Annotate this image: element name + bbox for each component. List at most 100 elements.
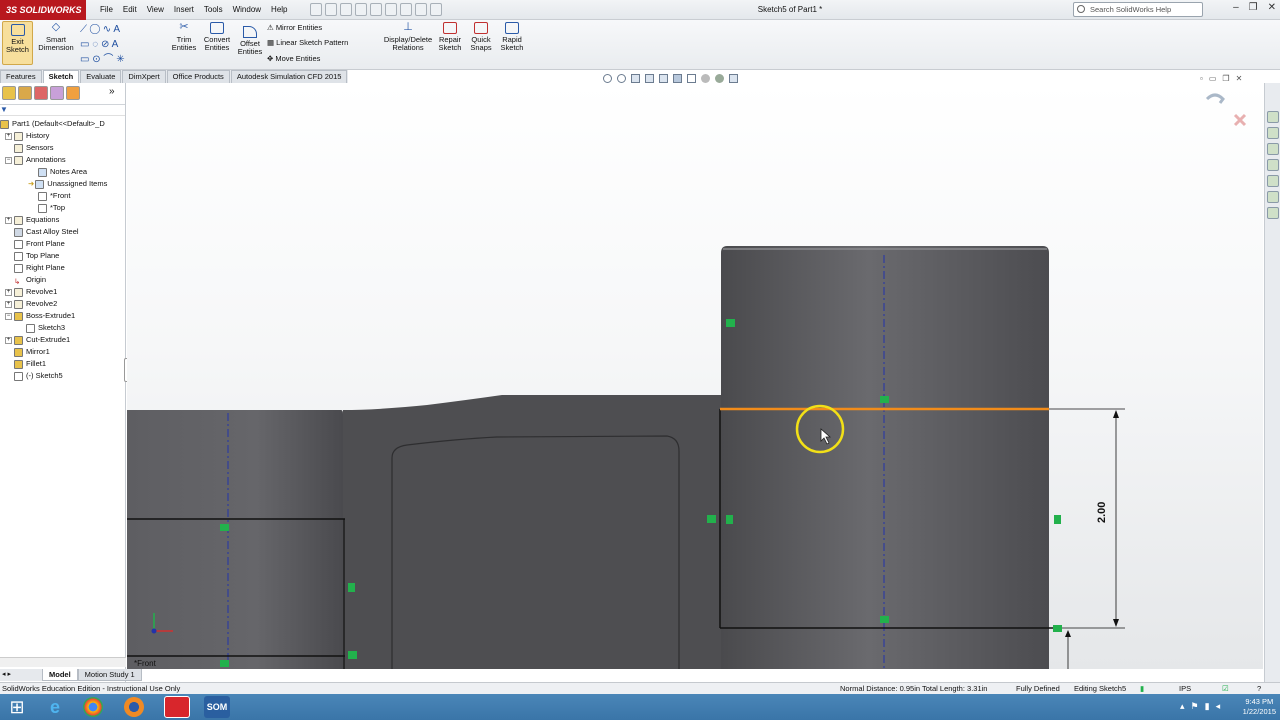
tree-item-cut-extrude1[interactable]: + Cut-Extrude1 <box>0 334 125 346</box>
viewport-minimize-icon[interactable]: ▭ <box>1209 74 1217 83</box>
view-orientation-icon[interactable] <box>659 74 668 83</box>
tree-item-material[interactable]: Cast Alloy Steel <box>0 226 125 238</box>
som-app-icon[interactable]: SOM <box>204 696 230 718</box>
plane-icon[interactable]: ✳ <box>116 54 124 65</box>
section-view-icon[interactable] <box>645 74 654 83</box>
view-settings-icon[interactable] <box>729 74 738 83</box>
apply-scene-icon[interactable] <box>715 74 724 83</box>
help-icon[interactable]: ? <box>1257 683 1261 694</box>
edit-appearance-icon[interactable] <box>701 74 710 83</box>
tree-root-part1[interactable]: Part1 (Default<<Default>_D <box>0 118 125 130</box>
tree-item-right-plane[interactable]: Right Plane <box>0 262 125 274</box>
tree-item-annotations[interactable]: − Annotations <box>0 154 125 166</box>
expand-chevron-icon[interactable]: » <box>109 86 123 100</box>
move-entities-button[interactable]: ✥ Move Entities <box>267 54 320 64</box>
tray-network-icon[interactable]: ▮ <box>1205 701 1210 712</box>
rectangle-icon[interactable]: ▭ <box>80 39 89 50</box>
quick-snaps-button[interactable]: Quick Snaps <box>467 22 495 52</box>
dimension-value[interactable]: 2.00 <box>1096 502 1108 523</box>
tile-icon[interactable]: ▫ <box>1200 74 1203 83</box>
dimension-a-icon[interactable]: A <box>113 24 120 35</box>
select-icon[interactable] <box>385 3 397 16</box>
solidworks-logo[interactable]: 3S SOLIDWORKS <box>0 0 86 20</box>
fillet-icon[interactable]: ⊘ <box>101 39 109 50</box>
print-icon[interactable] <box>355 3 367 16</box>
tree-item-revolve2[interactable]: + Revolve2 <box>0 298 125 310</box>
convert-entities-button[interactable]: Convert Entities <box>200 22 234 52</box>
tree-item-equations[interactable]: + Equations <box>0 214 125 226</box>
tree-item-front-plane[interactable]: Front Plane <box>0 238 125 250</box>
tree-filter[interactable]: ▼ <box>0 105 125 116</box>
tree-item-fillet1[interactable]: Fillet1 <box>0 358 125 370</box>
text-icon[interactable]: A <box>112 39 119 50</box>
custom-properties-icon[interactable] <box>1267 191 1279 203</box>
exit-sketch-button[interactable]: Exit Sketch <box>2 21 33 65</box>
tree-item-front-annotation[interactable]: *Front <box>0 190 125 202</box>
spline-icon[interactable]: ∿ <box>103 24 111 35</box>
dimxpert-manager-icon[interactable] <box>50 86 64 100</box>
windows-start-icon[interactable]: ⊞ <box>4 696 30 718</box>
viewport-restore-icon[interactable]: ❐ <box>1222 74 1229 83</box>
clock[interactable]: 9:43 PM 1/22/2015 <box>1243 697 1276 717</box>
panel-scrollbar[interactable] <box>0 657 126 667</box>
close-icon[interactable]: ✕ <box>1268 2 1276 13</box>
tree-item-sketch5[interactable]: (-) Sketch5 <box>0 370 125 382</box>
tree-item-sensors[interactable]: Sensors <box>0 142 125 154</box>
solidworks-taskbar-icon[interactable] <box>164 696 190 718</box>
line-icon[interactable]: ⟋ <box>80 24 87 35</box>
confirmation-corner[interactable] <box>1205 93 1247 127</box>
tree-item-history[interactable]: + History <box>0 130 125 142</box>
file-properties-icon[interactable] <box>415 3 427 16</box>
display-style-icon[interactable] <box>673 74 682 83</box>
feature-manager-icon[interactable] <box>2 86 16 100</box>
mirror-entities-button[interactable]: ⚠ Mirror Entities <box>267 23 322 33</box>
new-icon[interactable] <box>310 3 322 16</box>
save-icon[interactable] <box>340 3 352 16</box>
tab-model[interactable]: Model <box>42 669 78 681</box>
zoom-to-fit-icon[interactable] <box>603 74 612 83</box>
configuration-manager-icon[interactable] <box>34 86 48 100</box>
polygon-icon[interactable]: ⊙ <box>92 54 100 65</box>
hide-show-icon[interactable] <box>687 74 696 83</box>
zoom-area-icon[interactable] <box>617 74 626 83</box>
file-explorer-icon[interactable] <box>1267 143 1279 155</box>
display-manager-icon[interactable] <box>66 86 80 100</box>
tab-evaluate[interactable]: Evaluate <box>80 70 122 83</box>
point-icon[interactable]: ⌒ <box>103 54 113 65</box>
slot-icon[interactable]: ▭ <box>80 54 89 65</box>
previous-view-icon[interactable] <box>631 74 640 83</box>
tree-item-unassigned-items[interactable]: ➜ Unassigned Items <box>0 178 125 190</box>
tab-office-products[interactable]: Office Products <box>166 70 230 83</box>
menu-view[interactable]: View <box>142 0 169 20</box>
view-palette-icon[interactable] <box>1267 159 1279 171</box>
help-search-input[interactable]: Search SolidWorks Help <box>1073 2 1203 17</box>
tree-item-mirror1[interactable]: Mirror1 <box>0 346 125 358</box>
tray-volume-icon[interactable]: ◂ <box>1216 701 1221 712</box>
display-delete-relations-button[interactable]: ⊥ Display/Delete Relations <box>380 22 436 52</box>
options-icon[interactable] <box>430 3 442 16</box>
internet-explorer-icon[interactable]: e <box>42 696 68 718</box>
graphics-area[interactable]: 2.00 *Front <box>127 83 1263 669</box>
undo-icon[interactable] <box>370 3 382 16</box>
repair-sketch-button[interactable]: Repair Sketch <box>436 22 464 52</box>
offset-entities-button[interactable]: Offset Entities <box>235 26 265 56</box>
solidworks-resources-icon[interactable] <box>1267 111 1279 123</box>
tree-item-boss-extrude1[interactable]: − Boss-Extrude1 <box>0 310 125 322</box>
tab-sketch[interactable]: Sketch <box>42 70 80 83</box>
menu-file[interactable]: File <box>95 0 118 20</box>
tree-item-revolve1[interactable]: + Revolve1 <box>0 286 125 298</box>
trim-entities-button[interactable]: ✂ Trim Entities <box>168 22 200 52</box>
tree-item-top-plane[interactable]: Top Plane <box>0 250 125 262</box>
tree-item-sketch3[interactable]: Sketch3 <box>0 322 125 334</box>
tree-item-top-annotation[interactable]: *Top <box>0 202 125 214</box>
arc-icon[interactable]: ◌ <box>92 39 98 50</box>
menu-tools[interactable]: Tools <box>199 0 228 20</box>
menu-edit[interactable]: Edit <box>118 0 142 20</box>
tab-dimxpert[interactable]: DimXpert <box>122 70 166 83</box>
appearances-icon[interactable] <box>1267 175 1279 187</box>
circle-icon[interactable]: ◯ <box>90 24 100 35</box>
restore-icon[interactable]: ❐ <box>1249 2 1258 13</box>
minimize-icon[interactable]: – <box>1233 2 1239 13</box>
smart-dimension-button[interactable]: ◇ Smart Dimension <box>36 22 76 52</box>
tab-motion-study-1[interactable]: Motion Study 1 <box>77 669 142 681</box>
